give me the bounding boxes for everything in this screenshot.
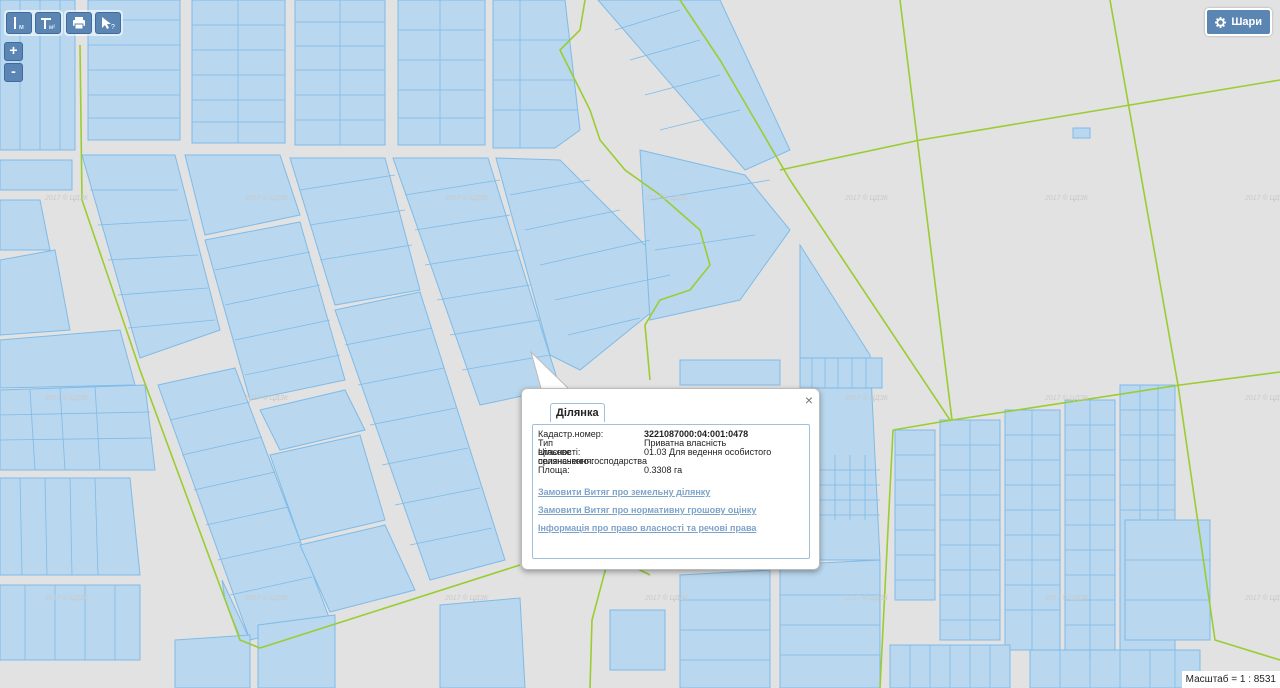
- print-button[interactable]: [66, 12, 92, 34]
- print-icon: [73, 17, 85, 29]
- svg-text:2017 © ЦДЗК: 2017 © ЦДЗК: [44, 394, 89, 402]
- svg-text:2017 © ЦДЗК: 2017 © ЦДЗК: [1044, 594, 1089, 602]
- tab-parcel[interactable]: Ділянка: [550, 403, 605, 422]
- measure-toolbar: м м²: [4, 10, 63, 36]
- svg-text:2017 © ЦДЗК: 2017 © ЦДЗК: [844, 394, 889, 402]
- svg-text:?: ?: [111, 24, 115, 30]
- svg-text:м: м: [19, 24, 24, 30]
- zoom-in-button[interactable]: +: [4, 42, 23, 61]
- field-label: Площа:: [538, 465, 570, 475]
- svg-text:2017 © ЦДЗК: 2017 © ЦДЗК: [1244, 594, 1280, 602]
- svg-text:2017 © ЦДЗК: 2017 © ЦДЗК: [844, 594, 889, 602]
- svg-text:2017 © ЦДЗК: 2017 © ЦДЗК: [644, 194, 689, 202]
- field-value: 01.03 Для ведення особистого: [644, 447, 772, 457]
- svg-text:2017 © ЦДЗК: 2017 © ЦДЗК: [1044, 394, 1089, 402]
- zoom-out-button[interactable]: -: [4, 63, 23, 82]
- cursor-help-icon: ?: [102, 17, 115, 30]
- ruler-icon: м: [14, 17, 24, 30]
- layers-label: Шари: [1231, 16, 1262, 28]
- svg-text:2017 © ЦДЗК: 2017 © ЦДЗК: [444, 194, 489, 202]
- ownership-info-link[interactable]: Інформація про право власності та речові…: [538, 523, 756, 533]
- svg-text:2017 © ЦДЗК: 2017 © ЦДЗК: [244, 394, 289, 402]
- layers-button[interactable]: Шари: [1205, 8, 1272, 36]
- svg-text:м²: м²: [49, 25, 55, 30]
- close-icon[interactable]: ×: [805, 392, 813, 408]
- parcel-popup: × Ділянка Кадастр.номер: 3221087000:04:0…: [521, 388, 820, 570]
- identify-button[interactable]: ?: [95, 12, 121, 34]
- svg-text:2017 © ЦДЗК: 2017 © ЦДЗК: [644, 594, 689, 602]
- measure-area-button[interactable]: м²: [35, 12, 61, 34]
- svg-text:2017 © ЦДЗК: 2017 © ЦДЗК: [444, 594, 489, 602]
- area-icon: м²: [41, 18, 55, 30]
- svg-text:2017 © ЦДЗК: 2017 © ЦДЗК: [244, 194, 289, 202]
- tools-toolbar: ?: [64, 10, 123, 36]
- gear-icon: [1215, 16, 1227, 28]
- svg-text:2017 © ЦДЗК: 2017 © ЦДЗК: [244, 594, 289, 602]
- svg-text:2017 © ЦДЗК: 2017 © ЦДЗК: [1044, 194, 1089, 202]
- field-value: 0.3308 га: [644, 465, 683, 475]
- svg-text:2017 © ЦДЗК: 2017 © ЦДЗК: [1244, 394, 1280, 402]
- popup-content: Кадастр.номер: 3221087000:04:001:0478 Ти…: [532, 424, 810, 559]
- svg-text:2017 © ЦДЗК: 2017 © ЦДЗК: [44, 194, 89, 202]
- map-canvas[interactable]: 2017 © ЦДЗК 2017 © ЦДЗК 2017 © ЦДЗК 2017…: [0, 0, 1280, 688]
- svg-text:2017 © ЦДЗК: 2017 © ЦДЗК: [1244, 194, 1280, 202]
- svg-text:2017 © ЦДЗК: 2017 © ЦДЗК: [44, 594, 89, 602]
- order-parcel-extract-link[interactable]: Замовити Витяг про земельну ділянку: [538, 487, 710, 497]
- zoom-control: + -: [4, 42, 23, 82]
- scale-indicator: Масштаб = 1 : 8531: [1181, 671, 1280, 688]
- measure-length-button[interactable]: м: [6, 12, 32, 34]
- order-valuation-extract-link[interactable]: Замовити Витяг про нормативну грошову оц…: [538, 505, 756, 515]
- svg-text:2017 © ЦДЗК: 2017 © ЦДЗК: [844, 194, 889, 202]
